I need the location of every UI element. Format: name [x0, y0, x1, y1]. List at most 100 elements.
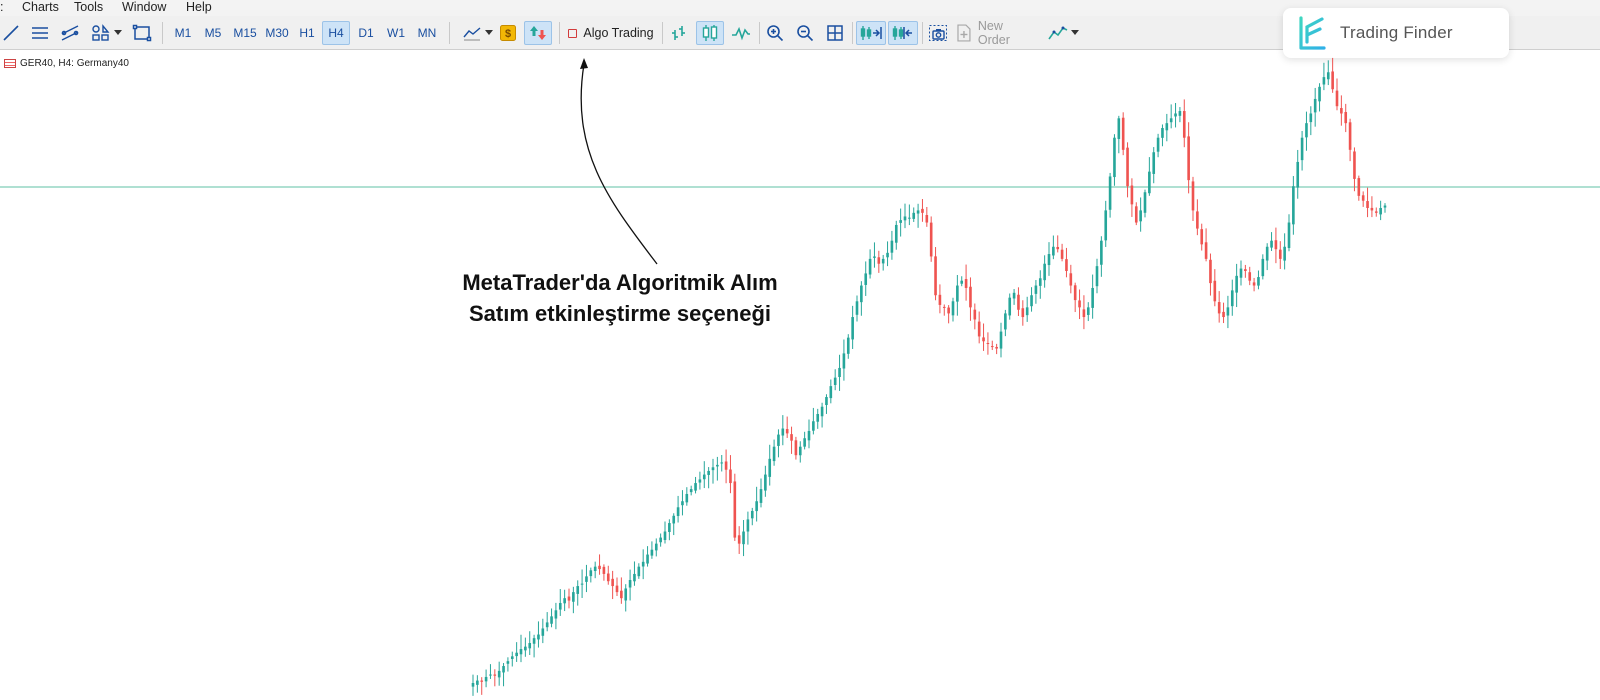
svg-text:$: $: [505, 28, 511, 40]
menu-tools[interactable]: Tools: [74, 0, 103, 15]
toolbar-separator: [162, 22, 163, 44]
timeframe-m5-button[interactable]: M5: [199, 21, 227, 45]
bearish-candle: [1348, 122, 1352, 150]
rectangle-tool-button[interactable]: [130, 21, 154, 45]
bullish-candle: [689, 489, 693, 493]
bullish-candle: [1086, 307, 1090, 315]
signals-menu-button[interactable]: [1045, 21, 1081, 45]
bearish-candle: [1182, 111, 1186, 138]
bearish-candle: [1196, 211, 1199, 229]
auto-scroll-button[interactable]: [856, 21, 886, 45]
trading-button[interactable]: $: [497, 21, 519, 45]
timeframe-m1-button[interactable]: M1: [169, 21, 197, 45]
candlestick-chart-button[interactable]: [696, 21, 724, 45]
indicators-menu-button[interactable]: [456, 21, 498, 45]
shapes-menu-button[interactable]: [88, 21, 124, 45]
bearish-candle: [877, 257, 881, 264]
bar-chart-button[interactable]: [666, 21, 692, 45]
bullish-candle: [916, 210, 920, 214]
bullish-candle: [881, 258, 885, 264]
bullish-candle: [716, 464, 719, 467]
dropdown-arrow-icon: [113, 30, 122, 35]
bullish-candle: [1283, 246, 1286, 261]
bearish-candle: [785, 429, 789, 434]
bullish-candle: [1257, 277, 1260, 286]
timeframe-d1-button[interactable]: D1: [352, 21, 380, 45]
bullish-candle: [750, 510, 754, 519]
chart-shift-button[interactable]: [888, 21, 918, 45]
bullish-candle: [641, 561, 645, 567]
bearish-candle: [1340, 108, 1343, 114]
bullish-candle: [1296, 161, 1300, 188]
bullish-candle: [585, 576, 588, 582]
channel-tool-button[interactable]: [58, 21, 82, 45]
menu-overflow[interactable]: :: [0, 0, 3, 15]
bullish-candle: [524, 646, 527, 651]
bullish-candle: [1143, 192, 1147, 213]
bullish-candle: [846, 337, 850, 354]
line-chart-button[interactable]: [728, 21, 754, 45]
bullish-candle: [554, 610, 558, 619]
toolbar-separator: [662, 22, 663, 44]
bullish-candle: [1169, 118, 1173, 123]
bullish-candle: [1309, 113, 1313, 123]
bullish-candle: [894, 224, 898, 243]
bearish-candle: [1060, 249, 1064, 259]
bearish-candle: [1252, 282, 1256, 286]
algo-trading-button[interactable]: Algo Trading: [563, 21, 659, 45]
price-chart[interactable]: [0, 52, 1600, 700]
bullish-candle: [746, 519, 750, 532]
bullish-candle: [1100, 240, 1103, 265]
bullish-candle: [742, 531, 745, 545]
bullish-candle: [707, 470, 710, 475]
bullish-candle: [956, 285, 959, 302]
menu-charts[interactable]: Charts: [22, 0, 59, 15]
bullish-candle: [624, 588, 628, 601]
bullish-candle: [820, 406, 824, 417]
bearish-candle: [1217, 302, 1221, 314]
bullish-candle: [593, 566, 597, 571]
bearish-candle: [1134, 206, 1138, 223]
trendline-icon: [3, 25, 19, 41]
bearish-candle: [938, 294, 942, 305]
bullish-candle: [698, 479, 702, 483]
bullish-candle: [502, 666, 505, 673]
timeframe-w1-button[interactable]: W1: [382, 21, 410, 45]
zoom-in-button[interactable]: [762, 21, 788, 45]
timeframe-m30-button[interactable]: M30: [261, 21, 293, 45]
bullish-candle: [890, 240, 894, 253]
bullish-candle: [576, 586, 580, 594]
bullish-candle: [663, 531, 667, 541]
timeframe-mn-button[interactable]: MN: [412, 21, 442, 45]
timeframe-h1-button[interactable]: H1: [293, 21, 321, 45]
tile-windows-button[interactable]: [822, 21, 848, 45]
menu-window[interactable]: Window: [122, 0, 166, 15]
auto-scroll-icon: [860, 26, 882, 40]
bullish-candle: [1326, 72, 1330, 80]
bullish-candle: [833, 377, 837, 385]
bearish-candle: [1065, 259, 1068, 271]
bullish-candle: [842, 353, 846, 369]
new-order-button[interactable]: New Order: [956, 19, 1038, 47]
trendline-tool-button[interactable]: [0, 21, 22, 45]
bullish-candle: [515, 652, 518, 657]
dropdown-arrow-icon: [484, 30, 493, 35]
bearish-candle: [925, 215, 929, 223]
horizontal-lines-button[interactable]: [28, 21, 52, 45]
bullish-candle: [550, 616, 553, 624]
timeframe-m15-button[interactable]: M15: [229, 21, 261, 45]
bullish-candle: [825, 397, 828, 406]
bullish-candle: [768, 458, 772, 477]
zoom-out-button[interactable]: [792, 21, 818, 45]
one-click-trading-button[interactable]: [524, 21, 552, 45]
algo-trading-status-icon: [568, 28, 578, 38]
timeframe-h4-button[interactable]: H4: [322, 21, 350, 45]
bullish-candle: [951, 301, 955, 316]
bearish-candle: [977, 321, 981, 337]
menu-help[interactable]: Help: [186, 0, 212, 15]
bearish-candle: [724, 461, 728, 470]
bullish-candle: [537, 634, 540, 640]
bearish-candle: [1121, 117, 1125, 150]
bearish-candle: [1082, 309, 1086, 318]
screenshot-button[interactable]: [925, 21, 951, 45]
